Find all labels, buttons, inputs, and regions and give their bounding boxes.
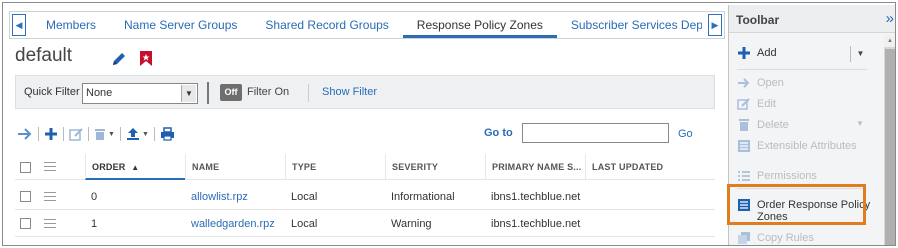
tab-response-policy-zones[interactable]: Response Policy Zones xyxy=(402,12,557,38)
column-header-severity[interactable]: SEVERITY xyxy=(385,154,485,180)
cell-primary-name-server: ibns1.techblue.net xyxy=(491,191,581,203)
toolbar-title: Toolbar xyxy=(736,13,780,27)
tab-subscriber-services-deployment[interactable]: Subscriber Services Deployment xyxy=(557,12,702,38)
grid-action-bar: ▼ ▼ xyxy=(17,123,175,145)
cell-last-updated xyxy=(585,184,715,210)
print-button[interactable] xyxy=(160,124,175,144)
highlight-box xyxy=(727,184,866,225)
edit-icon xyxy=(69,128,83,141)
column-header-primary-name-server[interactable]: PRIMARY NAME S... xyxy=(485,154,585,180)
tab-name-server-groups[interactable]: Name Server Groups xyxy=(110,12,251,38)
menu-icon[interactable] xyxy=(44,219,56,229)
sort-ascending-icon: ▲ xyxy=(131,163,140,172)
filter-bar: Quick Filter None ▼ Off Filter On Show F… xyxy=(15,75,715,109)
trash-icon xyxy=(739,119,749,131)
go-button[interactable]: Go xyxy=(678,128,693,140)
chevron-down-icon[interactable]: ▼ xyxy=(856,119,864,128)
row-checkbox[interactable] xyxy=(20,218,31,229)
menu-icon[interactable] xyxy=(44,162,56,172)
open-button[interactable] xyxy=(17,124,33,144)
column-header-name[interactable]: NAME xyxy=(185,154,285,180)
divider xyxy=(308,84,309,102)
collapse-panel-icon[interactable]: » xyxy=(886,11,894,26)
printer-icon xyxy=(160,127,174,141)
panel-scrollbar-thumb[interactable] xyxy=(885,49,895,245)
table-header: ORDER ▲ NAME TYPE SEVERITY PRIMARY NAME … xyxy=(15,154,715,180)
tab-scroll-left-icon[interactable]: ◀ xyxy=(12,14,26,36)
cell-primary-name-server: ibns1.techblue.net xyxy=(491,218,581,230)
chevron-down-icon[interactable]: ▼ xyxy=(850,46,870,62)
bookmark-icon[interactable] xyxy=(139,50,153,67)
chevron-down-icon: ▼ xyxy=(141,130,149,138)
tab-members[interactable]: Members xyxy=(32,12,110,38)
delete-button[interactable]: ▼ xyxy=(94,124,115,144)
show-filter-link[interactable]: Show Filter xyxy=(322,86,377,98)
toolbar-permissions-button[interactable]: Permissions xyxy=(737,169,873,183)
pencil-icon[interactable] xyxy=(111,51,127,67)
copy-icon xyxy=(738,232,750,244)
filter-toggle[interactable]: Off xyxy=(220,84,242,101)
scroll-up-icon[interactable]: ▲ xyxy=(884,35,895,47)
cell-severity: Informational xyxy=(391,191,455,203)
arrow-right-icon xyxy=(738,78,750,88)
cell-order: 1 xyxy=(91,218,98,230)
toolbar-extensible-attributes-button[interactable]: Extensible Attributes xyxy=(737,139,873,165)
cell-last-updated xyxy=(585,211,715,237)
edit-button[interactable] xyxy=(69,124,83,144)
list-icon xyxy=(738,140,750,152)
divider xyxy=(207,82,209,104)
toolbar-edit-button[interactable]: Edit xyxy=(737,97,873,111)
column-header-last-updated[interactable]: LAST UPDATED xyxy=(585,154,715,180)
arrow-right-icon xyxy=(18,128,32,140)
divider xyxy=(38,127,39,141)
row-checkbox[interactable] xyxy=(20,191,31,202)
quick-filter-select[interactable]: None ▼ xyxy=(82,83,198,104)
toolbar-copy-rules-button[interactable]: Copy Rules xyxy=(737,231,873,245)
cell-type: Local xyxy=(291,218,318,230)
tab-list: Members Name Server Groups Shared Record… xyxy=(32,12,702,38)
plus-icon xyxy=(738,47,750,59)
toolbar-open-button[interactable]: Open xyxy=(737,76,873,90)
filter-state-label: Filter On xyxy=(247,86,290,98)
divider xyxy=(737,69,867,70)
quick-filter-value: None xyxy=(86,87,113,99)
chevron-down-icon[interactable]: ▼ xyxy=(181,85,196,102)
table-row[interactable]: 1 walledgarden.rpz Local Warning ibns1.t… xyxy=(15,211,715,237)
add-button[interactable] xyxy=(44,124,58,144)
select-all-checkbox[interactable] xyxy=(20,162,31,173)
tab-shared-record-groups[interactable]: Shared Record Groups xyxy=(251,12,402,38)
divider xyxy=(153,127,155,141)
toolbar-delete-button[interactable]: Delete xyxy=(737,118,873,132)
cell-type: Local xyxy=(291,191,318,203)
chevron-down-icon: ▼ xyxy=(108,130,115,138)
plus-icon xyxy=(45,128,57,140)
cell-severity: Warning xyxy=(391,218,432,230)
column-header-type[interactable]: TYPE xyxy=(285,154,385,180)
goto-input[interactable] xyxy=(522,123,669,143)
cell-name-link[interactable]: walledgarden.rpz xyxy=(185,211,285,237)
divider xyxy=(119,127,121,141)
menu-icon[interactable] xyxy=(44,192,56,202)
quick-filter-label: Quick Filter xyxy=(24,86,80,98)
table-row[interactable]: 0 allowlist.rpz Local Informational ibns… xyxy=(15,184,715,210)
page-title: default xyxy=(15,45,73,66)
list-check-icon xyxy=(738,171,750,181)
divider xyxy=(63,127,64,141)
upload-icon xyxy=(126,128,139,140)
divider xyxy=(88,127,89,141)
tab-bar: ◀ Members Name Server Groups Shared Reco… xyxy=(9,11,725,39)
export-button[interactable]: ▼ xyxy=(126,124,149,144)
trash-icon xyxy=(95,129,105,140)
tab-scroll-right-icon[interactable]: ▶ xyxy=(708,14,722,36)
column-header-order[interactable]: ORDER ▲ xyxy=(85,154,185,180)
cell-name-link[interactable]: allowlist.rpz xyxy=(185,184,285,210)
toolbar-panel-header: Toolbar » xyxy=(729,5,895,33)
cell-order: 0 xyxy=(91,191,98,203)
goto-label: Go to xyxy=(484,127,513,139)
pencil-icon xyxy=(737,98,750,110)
